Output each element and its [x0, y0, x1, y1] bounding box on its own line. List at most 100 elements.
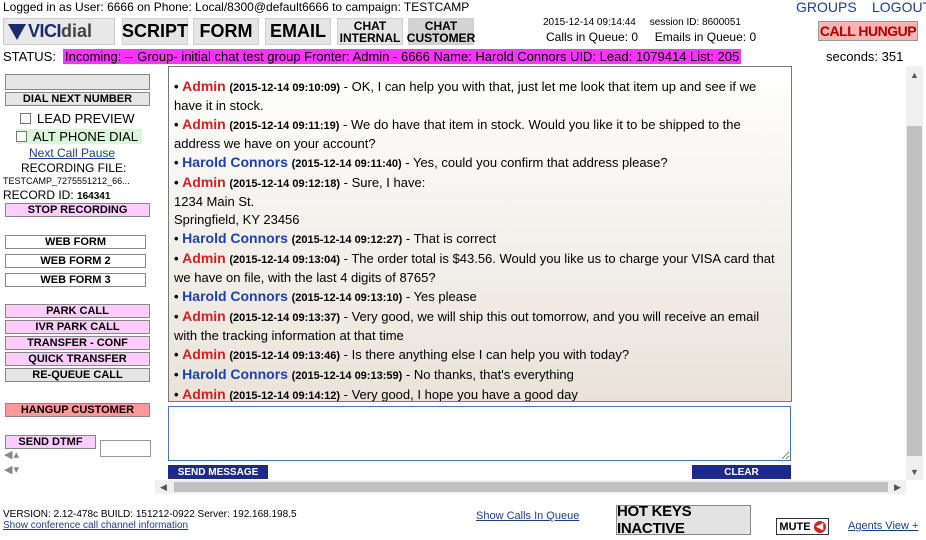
message-text-line: Springfield, KY 23456 — [174, 212, 300, 227]
chat-transcript: • Admin (2015-12-14 09:10:09) - OK, I ca… — [168, 66, 792, 402]
web-form-button[interactable]: WEB FORM — [5, 235, 146, 249]
chat-message: • Harold Connors (2015-12-14 09:12:27) -… — [174, 229, 784, 249]
bullet-icon: • — [174, 347, 183, 362]
park-call-button[interactable]: PARK CALL — [5, 304, 150, 318]
conference-info-link[interactable]: Show conference call channel information — [3, 520, 188, 531]
agents-view-link[interactable]: Agents View + — [848, 520, 918, 532]
quick-transfer-button[interactable]: QUICK TRANSFER — [5, 352, 150, 366]
chat-message: • Admin (2015-12-14 09:13:46) - Is there… — [174, 345, 784, 365]
transfer-conf-button[interactable]: TRANSFER - CONF — [5, 336, 150, 350]
bullet-icon: • — [174, 155, 183, 170]
logo-text-dial: dial — [61, 21, 93, 41]
dtmf-input[interactable] — [100, 440, 151, 457]
requeue-call-button[interactable]: RE-QUEUE CALL — [5, 368, 150, 382]
message-text: - That is correct — [402, 231, 496, 246]
chat-message: • Admin (2015-12-14 09:14:12) - Very goo… — [174, 385, 784, 402]
chat-message: • Admin (2015-12-14 09:11:19) - We do ha… — [174, 115, 784, 153]
dial-next-number-button[interactable]: DIAL NEXT NUMBER — [5, 92, 150, 106]
record-id-value: 164341 — [77, 191, 111, 202]
message-timestamp: (2015-12-14 09:11:40) — [291, 158, 402, 170]
hangup-customer-button[interactable]: HANGUP CUSTOMER — [5, 403, 150, 417]
horizontal-scrollbar[interactable]: ◀ ▶ — [155, 480, 906, 494]
alt-phone-dial-checkbox-box[interactable] — [16, 131, 27, 142]
recording-file-label: RECORDING FILE: — [21, 161, 127, 175]
logout-link[interactable]: LOGOUT — [872, 0, 926, 15]
message-text: - Very good, I hope you have a good day — [340, 387, 578, 402]
vertical-scroll-thumb[interactable] — [907, 126, 922, 456]
chat-message-clipped — [174, 67, 784, 77]
lead-preview-label: LEAD PREVIEW — [37, 111, 135, 126]
speaker-icon: ◀ — [4, 449, 13, 461]
chat-message-input[interactable] — [168, 406, 791, 461]
logged-in-info: Logged in as User: 6666 on Phone: Local/… — [3, 0, 470, 14]
volume-up-icon: ▴ — [13, 449, 19, 461]
chat-message: • Admin (2015-12-14 09:13:37) - Very goo… — [174, 307, 784, 345]
scroll-up-icon[interactable]: ▲ — [906, 66, 923, 83]
message-sender: Harold Connors — [182, 230, 288, 246]
record-id: RECORD ID: 164341 — [3, 188, 110, 202]
message-sender: Admin — [182, 78, 226, 94]
web-form-3-button[interactable]: WEB FORM 3 — [5, 273, 146, 287]
lead-preview-checkbox-box[interactable] — [20, 113, 31, 124]
groups-link[interactable]: GROUPS — [796, 0, 857, 15]
bullet-icon: • — [174, 309, 183, 324]
tab-chat-customer[interactable]: CHAT CUSTOMER — [406, 18, 476, 45]
volume-down-icon: ▾ — [13, 464, 19, 476]
record-id-label: RECORD ID: — [3, 188, 74, 202]
call-hungup-button[interactable]: CALL HUNGUP — [818, 21, 918, 41]
scroll-left-icon[interactable]: ◀ — [155, 480, 172, 494]
hot-keys-button[interactable]: HOT KEYS INACTIVE — [616, 503, 751, 537]
message-timestamp: (2015-12-14 09:13:37) — [229, 312, 341, 324]
message-timestamp: (2015-12-14 09:14:12) — [229, 390, 341, 402]
alt-phone-dial-checkbox[interactable]: ALT PHONE DIAL — [16, 129, 142, 144]
tab-chat-customer-line2: CUSTOMER — [406, 30, 476, 45]
tab-form[interactable]: FORM — [193, 18, 259, 45]
show-calls-in-queue-link[interactable]: Show Calls In Queue — [476, 510, 579, 522]
volume-down-control[interactable]: ◀ ▾ — [4, 462, 34, 477]
queue-counts: Calls in Queue: 0 Emails in Queue: 0 — [546, 30, 756, 44]
message-sender: Admin — [182, 346, 226, 362]
status-bar: STATUS: Incoming: -- Group- initial chat… — [0, 48, 926, 65]
scroll-down-icon[interactable]: ▼ — [906, 463, 923, 480]
message-timestamp: (2015-12-14 09:12:27) — [291, 234, 403, 246]
chat-message: • Admin (2015-12-14 09:10:09) - OK, I ca… — [174, 77, 784, 115]
tab-chat-internal-line1: CHAT — [353, 18, 387, 33]
message-sender: Harold Connors — [182, 366, 288, 382]
emails-in-queue: Emails in Queue: 0 — [654, 30, 757, 44]
message-timestamp: (2015-12-14 09:10:09) — [229, 82, 341, 94]
volume-up-control[interactable]: ◀ ▴ — [4, 447, 34, 462]
vertical-scrollbar[interactable]: ▲ ▼ — [906, 66, 923, 480]
message-timestamp: (2015-12-14 09:11:19) — [229, 120, 340, 132]
tab-chat-customer-line1: CHAT — [424, 18, 458, 33]
scroll-right-icon[interactable]: ▶ — [889, 480, 906, 494]
current-datetime: 2015-12-14 09:14:44 — [543, 17, 636, 28]
ivr-park-call-button[interactable]: IVR PARK CALL — [5, 320, 150, 334]
horizontal-scroll-thumb[interactable] — [174, 482, 888, 492]
stop-recording-button[interactable]: STOP RECORDING — [5, 203, 150, 217]
bullet-icon: • — [174, 367, 183, 382]
tab-script[interactable]: SCRIPT — [122, 18, 188, 45]
web-form-2-button[interactable]: WEB FORM 2 — [5, 254, 146, 268]
status-label: STATUS: — [3, 49, 56, 64]
tab-chat-internal-line2: INTERNAL — [339, 30, 401, 45]
blank-top-button[interactable] — [5, 74, 150, 90]
tab-email[interactable]: EMAIL — [265, 18, 331, 45]
calls-in-queue: Calls in Queue: 0 — [546, 30, 639, 44]
message-timestamp: (2015-12-14 09:12:18) — [229, 178, 341, 190]
mute-button[interactable]: MUTE ◀ — [776, 518, 829, 535]
next-call-pause-link[interactable]: Next Call Pause — [29, 146, 115, 160]
mute-speaker-icon: ◀ — [813, 520, 826, 533]
send-message-button[interactable]: SEND MESSAGE — [168, 465, 268, 479]
bullet-icon: • — [174, 117, 183, 132]
volume-controls: ◀ ▴ ◀ ▾ — [4, 447, 34, 477]
chat-message: • Harold Connors (2015-12-14 09:13:10) -… — [174, 287, 784, 307]
clear-button[interactable]: CLEAR — [692, 465, 791, 479]
lead-preview-checkbox[interactable]: LEAD PREVIEW — [20, 111, 135, 126]
tab-chat-internal[interactable]: CHAT INTERNAL — [337, 18, 403, 45]
chat-message: • Harold Connors (2015-12-14 09:13:59) -… — [174, 365, 784, 385]
message-sender: Harold Connors — [182, 288, 288, 304]
message-text-line: 1234 Main St. — [174, 194, 255, 209]
message-sender: Admin — [182, 250, 226, 266]
bullet-icon: • — [174, 231, 183, 246]
message-timestamp: (2015-12-14 09:13:46) — [229, 350, 341, 362]
